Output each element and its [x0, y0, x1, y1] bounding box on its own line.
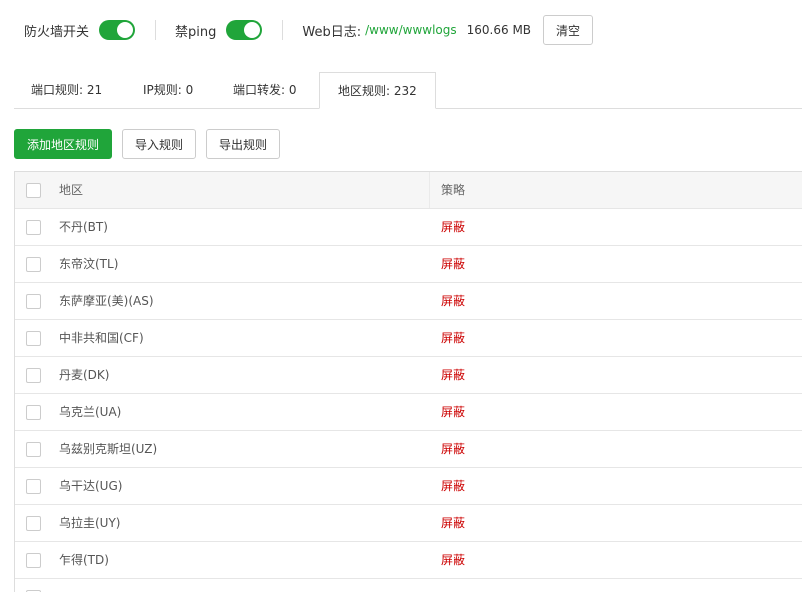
row-checkbox[interactable] — [26, 220, 41, 235]
tab-ip-rules[interactable]: IP规则: 0 — [143, 72, 193, 109]
table-row-partial — [15, 579, 802, 592]
weblog-size: 160.66 MB — [466, 23, 532, 37]
tab-port-forwarding[interactable]: 端口转发: 0 — [233, 72, 297, 109]
header-region: 地区 — [59, 183, 84, 197]
row-checkbox[interactable] — [26, 294, 41, 309]
policy-cell: 屏蔽 — [441, 294, 466, 308]
noping-toggle[interactable] — [226, 20, 263, 40]
region-cell: 不丹(BT) — [59, 220, 108, 234]
row-checkbox[interactable] — [26, 368, 41, 383]
weblog-path-link[interactable]: /www/wwwlogs — [365, 23, 457, 37]
row-checkbox[interactable] — [26, 442, 41, 457]
noping-switch-group: 禁ping — [175, 20, 263, 40]
add-region-rule-button[interactable]: 添加地区规则 — [14, 129, 112, 159]
firewall-toggle[interactable] — [99, 20, 136, 40]
table-row: 不丹(BT) 屏蔽 — [15, 209, 802, 246]
header-policy: 策略 — [441, 183, 466, 197]
policy-cell: 屏蔽 — [441, 368, 466, 382]
select-all-checkbox[interactable] — [26, 183, 41, 198]
tab-port-rules[interactable]: 端口规则: 21 — [31, 72, 102, 109]
firewall-switch-group: 防火墙开关 — [24, 20, 136, 40]
policy-cell: 屏蔽 — [441, 516, 466, 530]
weblog-label: Web日志: — [302, 24, 362, 40]
noping-switch-label: 禁ping — [175, 24, 217, 40]
table-header-row: 地区 策略 — [15, 172, 802, 209]
table-row: 乌克兰(UA) 屏蔽 — [15, 394, 802, 431]
region-cell: 东帝汶(TL) — [59, 257, 119, 271]
policy-cell: 屏蔽 — [441, 257, 466, 271]
row-checkbox[interactable] — [26, 553, 41, 568]
region-cell: 丹麦(DK) — [59, 368, 110, 382]
action-bar: 添加地区规则 导入规则 导出规则 — [14, 129, 280, 159]
rule-tabs: 端口规则: 21 IP规则: 0 端口转发: 0 地区规则: 232 — [14, 72, 802, 109]
table-row: 乌干达(UG) 屏蔽 — [15, 468, 802, 505]
region-cell: 乌兹别克斯坦(UZ) — [59, 442, 158, 456]
table-row: 中非共和国(CF) 屏蔽 — [15, 320, 802, 357]
row-checkbox[interactable] — [26, 331, 41, 346]
policy-cell: 屏蔽 — [441, 479, 466, 493]
table-row: 东帝汶(TL) 屏蔽 — [15, 246, 802, 283]
region-cell: 乌拉圭(UY) — [59, 516, 121, 530]
policy-cell: 屏蔽 — [441, 405, 466, 419]
table-row: 丹麦(DK) 屏蔽 — [15, 357, 802, 394]
tab-region-rules[interactable]: 地区规则: 232 — [319, 72, 436, 109]
policy-cell: 屏蔽 — [441, 442, 466, 456]
policy-cell: 屏蔽 — [441, 220, 466, 234]
region-cell: 中非共和国(CF) — [59, 331, 144, 345]
row-checkbox[interactable] — [26, 516, 41, 531]
table-row: 乌拉圭(UY) 屏蔽 — [15, 505, 802, 542]
firewall-topbar: 防火墙开关 禁ping Web日志: /www/wwwlogs 160.66 M… — [0, 0, 802, 60]
region-rules-table: 地区 策略 不丹(BT) 屏蔽 东帝汶(TL) 屏蔽 东萨摩亚(美)(AS) 屏… — [14, 171, 802, 592]
policy-cell: 屏蔽 — [441, 553, 466, 567]
row-checkbox[interactable] — [26, 479, 41, 494]
region-cell: 乌干达(UG) — [59, 479, 123, 493]
row-checkbox[interactable] — [26, 405, 41, 420]
header-divider — [429, 172, 430, 208]
region-cell: 乍得(TD) — [59, 553, 109, 567]
divider — [155, 20, 157, 40]
toggle-knob — [244, 22, 261, 38]
region-cell: 乌克兰(UA) — [59, 405, 122, 419]
region-cell: 东萨摩亚(美)(AS) — [59, 294, 154, 308]
table-row: 乍得(TD) 屏蔽 — [15, 542, 802, 579]
export-rules-button[interactable]: 导出规则 — [206, 129, 280, 159]
import-rules-button[interactable]: 导入规则 — [122, 129, 196, 159]
table-row: 乌兹别克斯坦(UZ) 屏蔽 — [15, 431, 802, 468]
row-checkbox[interactable] — [26, 257, 41, 272]
table-row: 东萨摩亚(美)(AS) 屏蔽 — [15, 283, 802, 320]
policy-cell: 屏蔽 — [441, 331, 466, 345]
toggle-knob — [117, 22, 134, 38]
firewall-switch-label: 防火墙开关 — [24, 24, 90, 40]
divider — [282, 20, 284, 40]
clear-log-button[interactable]: 清空 — [543, 15, 594, 45]
weblog-group: Web日志: /www/wwwlogs 160.66 MB 清空 — [302, 15, 594, 45]
